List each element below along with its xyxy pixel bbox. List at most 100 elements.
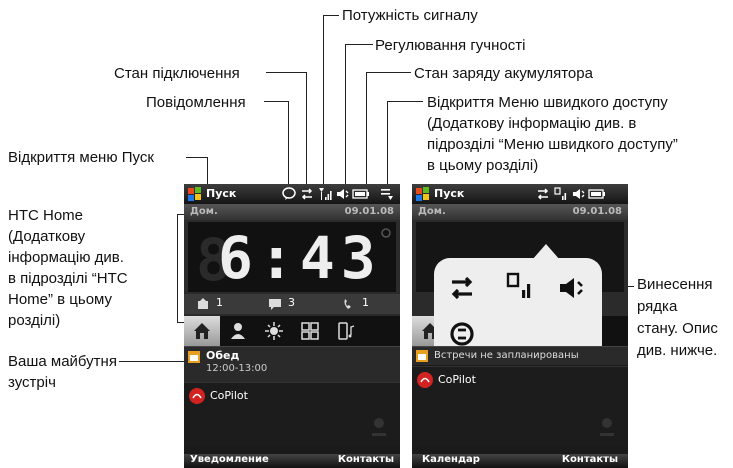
volume-icon bbox=[560, 278, 583, 298]
tab-weather[interactable] bbox=[256, 316, 292, 346]
annotation-htc-home-2: (Додаткову bbox=[8, 228, 86, 245]
annotation-callout-3: стану. Опис bbox=[637, 320, 718, 337]
voicemail-count: 1 bbox=[216, 296, 223, 309]
annotation-battery: Стан заряду акумулятора bbox=[414, 65, 593, 82]
annotation-callout-1: Винесення bbox=[637, 276, 713, 293]
copilot-row[interactable]: CoPilot bbox=[184, 382, 400, 447]
annotation-quick-menu-1: Відкриття Меню швидкого доступу bbox=[427, 94, 668, 111]
softkey-contacts[interactable]: Контакты bbox=[562, 454, 618, 465]
alarm-icon bbox=[381, 228, 391, 238]
status-bar: Пуск bbox=[412, 184, 628, 204]
annotation-connection: Стан підключення bbox=[114, 65, 240, 82]
connection-arrows-icon[interactable] bbox=[300, 187, 314, 201]
battery-icon[interactable] bbox=[352, 187, 370, 201]
message-bubble-icon[interactable] bbox=[282, 187, 296, 201]
copilot-label: CoPilot bbox=[438, 373, 476, 386]
house-icon bbox=[194, 323, 210, 339]
leader-messages-v bbox=[288, 101, 289, 190]
calendar-icon bbox=[416, 350, 428, 362]
voicemail-icon[interactable] bbox=[196, 297, 210, 311]
tab-sound[interactable] bbox=[328, 316, 364, 346]
leader-quick-v bbox=[387, 101, 388, 190]
home-header: Дом. 09.01.08 bbox=[184, 204, 400, 220]
htc-logo-icon bbox=[372, 418, 386, 436]
home-date: 09.01.08 bbox=[344, 206, 394, 217]
sun-icon bbox=[265, 322, 283, 340]
missed-call-count: 1 bbox=[362, 296, 369, 309]
copilot-label: CoPilot bbox=[210, 389, 248, 402]
appointment-row[interactable]: Обед 12:00-13:00 bbox=[184, 346, 400, 383]
status-bar: Пуск bbox=[184, 184, 400, 204]
bracket-home-v bbox=[177, 214, 178, 322]
annotation-htc-home-1: HTC Home bbox=[8, 207, 84, 224]
clock-panel[interactable]: 8 6:43 bbox=[188, 222, 396, 292]
start-label[interactable]: Пуск bbox=[206, 187, 236, 200]
annotation-callout-2: рядка bbox=[637, 298, 678, 315]
annotation-callout-4: див. нижче. bbox=[637, 342, 718, 359]
tab-home[interactable] bbox=[184, 316, 220, 346]
copilot-icon bbox=[417, 372, 433, 388]
sms-icon[interactable] bbox=[268, 297, 282, 311]
softkey-notification[interactable]: Уведомление bbox=[190, 454, 269, 465]
softkey-calendar[interactable]: Календар bbox=[422, 454, 480, 465]
annotation-htc-home-6: розділі) bbox=[8, 312, 61, 329]
appointment-row[interactable]: Встречи не запланированы bbox=[412, 346, 628, 365]
annotation-quick-menu-2: (Додаткову інформацію див. в bbox=[427, 115, 637, 132]
leader-volume-v bbox=[345, 44, 346, 190]
leader-signal-v bbox=[323, 15, 324, 190]
signal-strength-icon[interactable] bbox=[318, 187, 332, 201]
sms-count: 3 bbox=[288, 296, 295, 309]
missed-call-icon[interactable] bbox=[342, 297, 356, 311]
annotation-htc-home-3: інформацію див. bbox=[8, 249, 124, 266]
copilot-row[interactable]: CoPilot bbox=[412, 366, 628, 447]
leader-volume-h bbox=[345, 44, 373, 45]
sync-icon bbox=[450, 322, 474, 346]
start-label[interactable]: Пуск bbox=[434, 187, 464, 200]
connection-arrows-icon bbox=[451, 276, 473, 300]
home-date: 09.01.08 bbox=[572, 206, 622, 217]
leader-battery-v bbox=[366, 72, 367, 190]
annotation-signal: Потужність сигналу bbox=[342, 7, 478, 24]
annotation-htc-home-4: в підрозділі “HTC bbox=[8, 270, 128, 287]
signal-strength-icon[interactable] bbox=[554, 187, 568, 201]
annotation-start-menu: Відкриття меню Пуск bbox=[8, 149, 154, 166]
softkey-contacts[interactable]: Контакты bbox=[338, 454, 394, 465]
leader-upcoming-h bbox=[119, 361, 184, 362]
annotation-messages: Повідомлення bbox=[146, 94, 246, 111]
htc-home-widget: Дом. 09.01.08 8 6:43 1 3 1 bbox=[184, 204, 400, 346]
soft-key-bar: Уведомление Контакты bbox=[184, 454, 400, 468]
leader-connection-h bbox=[266, 72, 306, 73]
bracket-home-bottom bbox=[177, 322, 184, 323]
leader-quick-h bbox=[387, 101, 423, 102]
volume-icon[interactable] bbox=[336, 187, 350, 201]
tab-programs[interactable] bbox=[292, 316, 328, 346]
appointment-title: Обед bbox=[206, 349, 240, 362]
volume-icon[interactable] bbox=[572, 187, 586, 201]
htc-logo-icon bbox=[600, 418, 614, 436]
calendar-icon bbox=[188, 351, 200, 363]
connection-arrows-icon[interactable] bbox=[536, 187, 550, 201]
windows-flag-icon[interactable] bbox=[188, 187, 202, 201]
annotation-upcoming-1: Ваша майбутня bbox=[8, 353, 117, 370]
phone-music-icon bbox=[338, 322, 355, 340]
annotation-upcoming-2: зустріч bbox=[8, 374, 56, 391]
bracket-home-top bbox=[177, 214, 184, 215]
soft-key-bar: Календар Контакты bbox=[412, 454, 628, 468]
grid-icon bbox=[301, 322, 319, 340]
battery-icon[interactable] bbox=[588, 187, 606, 201]
copilot-icon bbox=[189, 388, 205, 404]
leader-messages-h bbox=[264, 101, 288, 102]
tab-people[interactable] bbox=[220, 316, 256, 346]
right-phone-screen: Пуск Дом. 09.01.08 Встречи не запланиров… bbox=[412, 184, 628, 468]
home-location-label: Дом. bbox=[418, 206, 446, 217]
notification-counts: 1 3 1 bbox=[184, 294, 400, 314]
person-icon bbox=[231, 323, 245, 339]
annotation-quick-menu-3: підрозділі “Меню швидкого доступу” bbox=[427, 136, 678, 153]
annotation-quick-menu-4: в цьому розділі) bbox=[427, 157, 539, 174]
windows-flag-icon[interactable] bbox=[416, 187, 430, 201]
leader-signal-h bbox=[323, 15, 339, 16]
home-tab-bar bbox=[184, 316, 400, 346]
quick-menu-icon[interactable] bbox=[380, 187, 394, 201]
leader-connection-v bbox=[306, 72, 307, 190]
annotation-volume: Регулювання гучності bbox=[375, 37, 526, 54]
